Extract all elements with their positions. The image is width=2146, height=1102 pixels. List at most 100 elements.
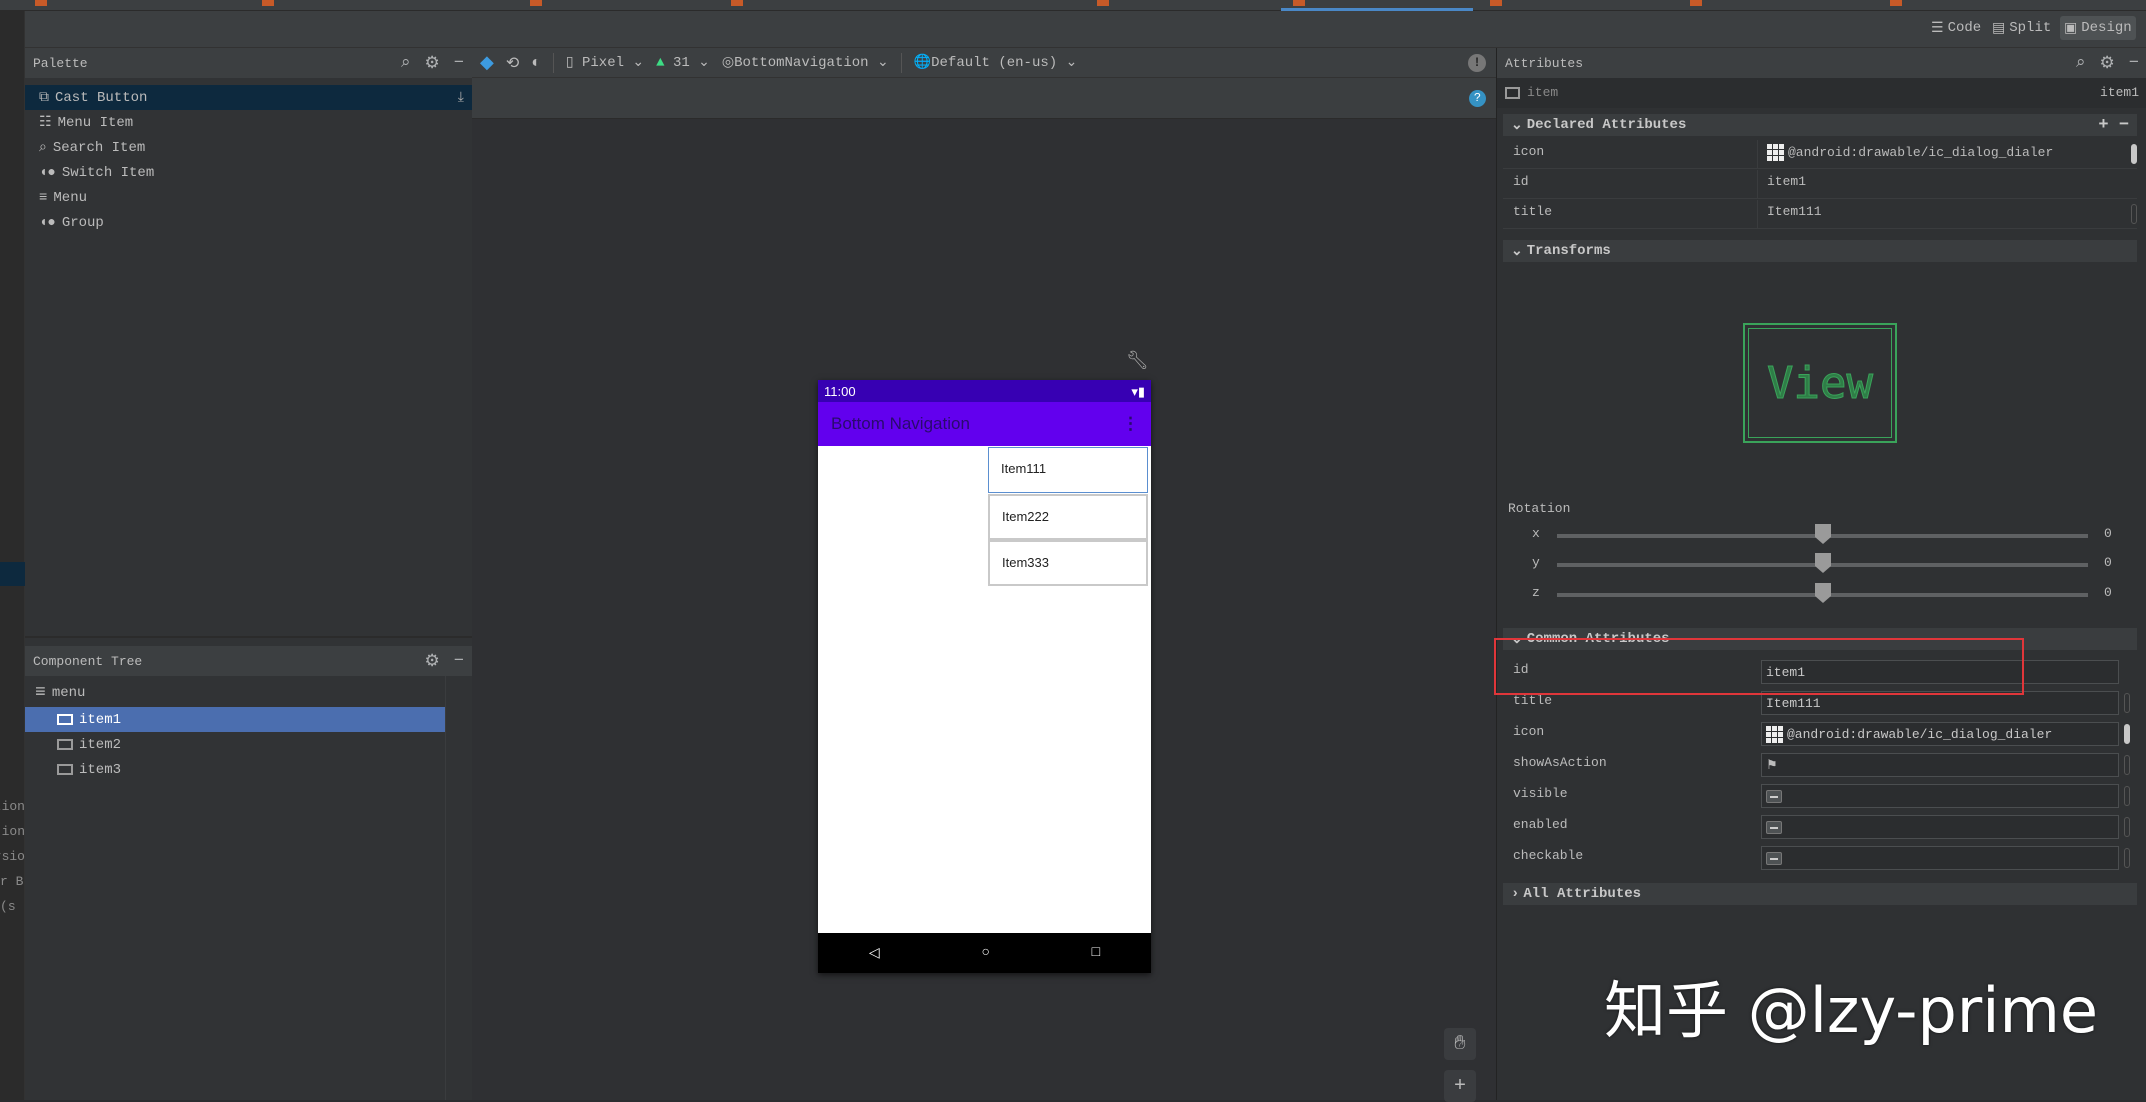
attr-value[interactable]: item1 [1767,174,1806,189]
xml-file-icon [530,0,542,6]
rotation-z-slider[interactable]: z0 [1532,583,2127,605]
system-nav-bar: ◁ ○ □ [818,933,1151,973]
help-icon[interactable]: ? [1469,90,1486,107]
locale-label: Default (en-us) [931,55,1058,71]
palette-item-cast-button[interactable]: ⧉ Cast Button ⤓ [25,85,472,110]
overflow-menu-icon[interactable]: ⋮ [1122,402,1139,446]
enabled-input[interactable] [1761,815,2119,839]
declared-attributes-header[interactable]: ⌄ Declared Attributes + − [1503,114,2137,136]
palette-item-search-item[interactable]: ⌕ Search Item [25,135,472,160]
attr-value[interactable]: @android:drawable/ic_dialog_dialer [1788,145,2053,160]
layers-icon[interactable]: ◆ [480,52,494,74]
chevron-down-icon: ⌄ [1065,55,1078,71]
attr-name: icon [1513,724,1545,739]
section-title: Transforms [1526,243,1611,259]
attr-value: @android:drawable/ic_dialog_dialer [1787,726,2053,742]
palette-item-menu[interactable]: ≡ Menu [25,185,472,210]
locale-selector[interactable]: 🌐Default (en-us) ⌄ [914,54,1078,71]
tree-node-item2[interactable]: item2 [25,732,445,757]
attr-value: Item111 [1766,695,1821,711]
declared-attr-row[interactable]: id item1 [1503,170,2137,199]
download-icon[interactable]: ⤓ [458,90,464,106]
chevron-down-icon: ⌄ [1511,117,1523,134]
search-icon[interactable]: ⌕ [401,53,411,73]
code-fragment: rsio [0,849,25,864]
tristate-checkbox-icon[interactable] [1766,820,1782,834]
search-icon[interactable]: ⌕ [2076,53,2086,73]
xml-file-icon [35,0,47,6]
home-icon[interactable]: ○ [981,945,989,961]
selected-element-row: item item1 [1497,78,2146,108]
chevron-down-icon: ⌄ [876,55,889,71]
attr-name: showAsAction [1513,755,1607,770]
popup-menu-item[interactable]: Item333 [988,540,1148,586]
toolbar-separator [552,52,554,73]
tree-node-label: item1 [79,711,122,728]
wrench-icon[interactable]: 🔧︎ [1126,350,1149,372]
minimize-icon[interactable]: − [2129,54,2139,73]
wifi-battery-icon: ▾▮ [1131,384,1145,399]
flag-icon[interactable]: ⚑ [1766,758,1778,773]
pan-button[interactable]: ✋︎ [1444,1028,1476,1060]
tristate-checkbox-icon[interactable] [1766,851,1782,865]
palette-item-menu-item[interactable]: ☷ Menu Item [25,110,472,135]
split-mode-button[interactable]: ▤ Split [1988,16,2055,40]
rotation-x-slider[interactable]: x0 [1532,524,2127,546]
declared-attr-row[interactable]: icon @android:drawable/ic_dialog_dialer [1503,140,2137,169]
gear-icon[interactable]: ⚙ [2100,53,2115,74]
rotation-y-slider[interactable]: y0 [1532,553,2127,575]
attr-name: icon [1513,144,1545,159]
api-level-selector[interactable]: ▲ 31 ⌄ [656,54,710,71]
attr-value[interactable]: Item111 [1767,204,1822,219]
recents-icon[interactable]: □ [1092,945,1100,961]
xml-file-icon [1293,0,1305,6]
tree-node-item1[interactable]: item1 [25,707,445,732]
slider-thumb[interactable] [1815,524,1831,544]
popup-menu-item[interactable]: Item222 [988,494,1148,540]
tree-node-menu[interactable]: ≡ menu [25,680,445,705]
zoom-in-button[interactable]: + [1444,1070,1476,1102]
common-attr-row-enabled: enabled [1503,813,2137,842]
item-icon [57,764,73,775]
xml-file-icon [1690,0,1702,6]
editor-tab-strip[interactable] [0,0,2146,11]
back-icon[interactable]: ◁ [869,945,880,962]
design-mode-button[interactable]: ▣ Design [2060,16,2136,40]
list-icon: ☷ [39,115,52,131]
tree-node-label: item2 [79,736,122,753]
theme-selector[interactable]: ◎BottomNavigation ⌄ [722,54,889,71]
popup-menu-item[interactable]: Item111 [988,447,1148,493]
device-selector[interactable]: ▯ Pixel ⌄ [566,54,644,71]
add-remove-icons[interactable]: + − [2098,116,2129,135]
slider-thumb[interactable] [1815,553,1831,573]
code-mode-button[interactable]: ☰ Code [1927,16,1985,40]
palette-item-group[interactable]: ◖● Group [25,210,472,235]
minimize-icon[interactable]: − [454,54,464,73]
view-transform-preview: View [1743,323,1897,443]
slider-thumb[interactable] [1815,583,1831,603]
item-icon [57,739,73,750]
panel-divider[interactable] [25,636,472,638]
device-preview[interactable]: 11:00 ▾▮ Bottom Navigation ⋮ Item111 Ite… [818,380,1151,973]
all-attributes-header[interactable]: › All Attributes [1503,883,2137,905]
tree-node-item3[interactable]: item3 [25,757,445,782]
palette-panel: Palette ⌕ ⚙ − ⧉ Cast Button ⤓ ☷ Menu Item ⌕… [25,48,472,1100]
showasaction-input[interactable]: ⚑ [1761,753,2119,777]
toolbar-separator [900,52,902,73]
visible-input[interactable] [1761,784,2119,808]
gear-icon[interactable]: ⚙ [425,651,440,672]
orientation-icon[interactable]: ⟲ [506,53,519,73]
icon-input[interactable]: @android:drawable/ic_dialog_dialer [1761,722,2119,746]
attributes-title: Attributes [1505,55,1584,71]
tree-scrollbar-track[interactable] [445,676,446,1100]
minimize-icon[interactable]: − [454,652,464,671]
palette-item-switch-item[interactable]: ◖● Switch Item [25,160,472,185]
gear-icon[interactable]: ⚙ [425,53,440,74]
declared-attr-row[interactable]: title Item111 [1503,200,2137,229]
transforms-header[interactable]: ⌄ Transforms [1503,240,2137,262]
night-mode-icon[interactable]: ◐ [531,54,541,72]
tristate-checkbox-icon[interactable] [1766,789,1782,803]
checkable-input[interactable] [1761,846,2119,870]
attr-name: title [1513,693,1553,708]
warning-icon[interactable]: ! [1468,53,1486,72]
